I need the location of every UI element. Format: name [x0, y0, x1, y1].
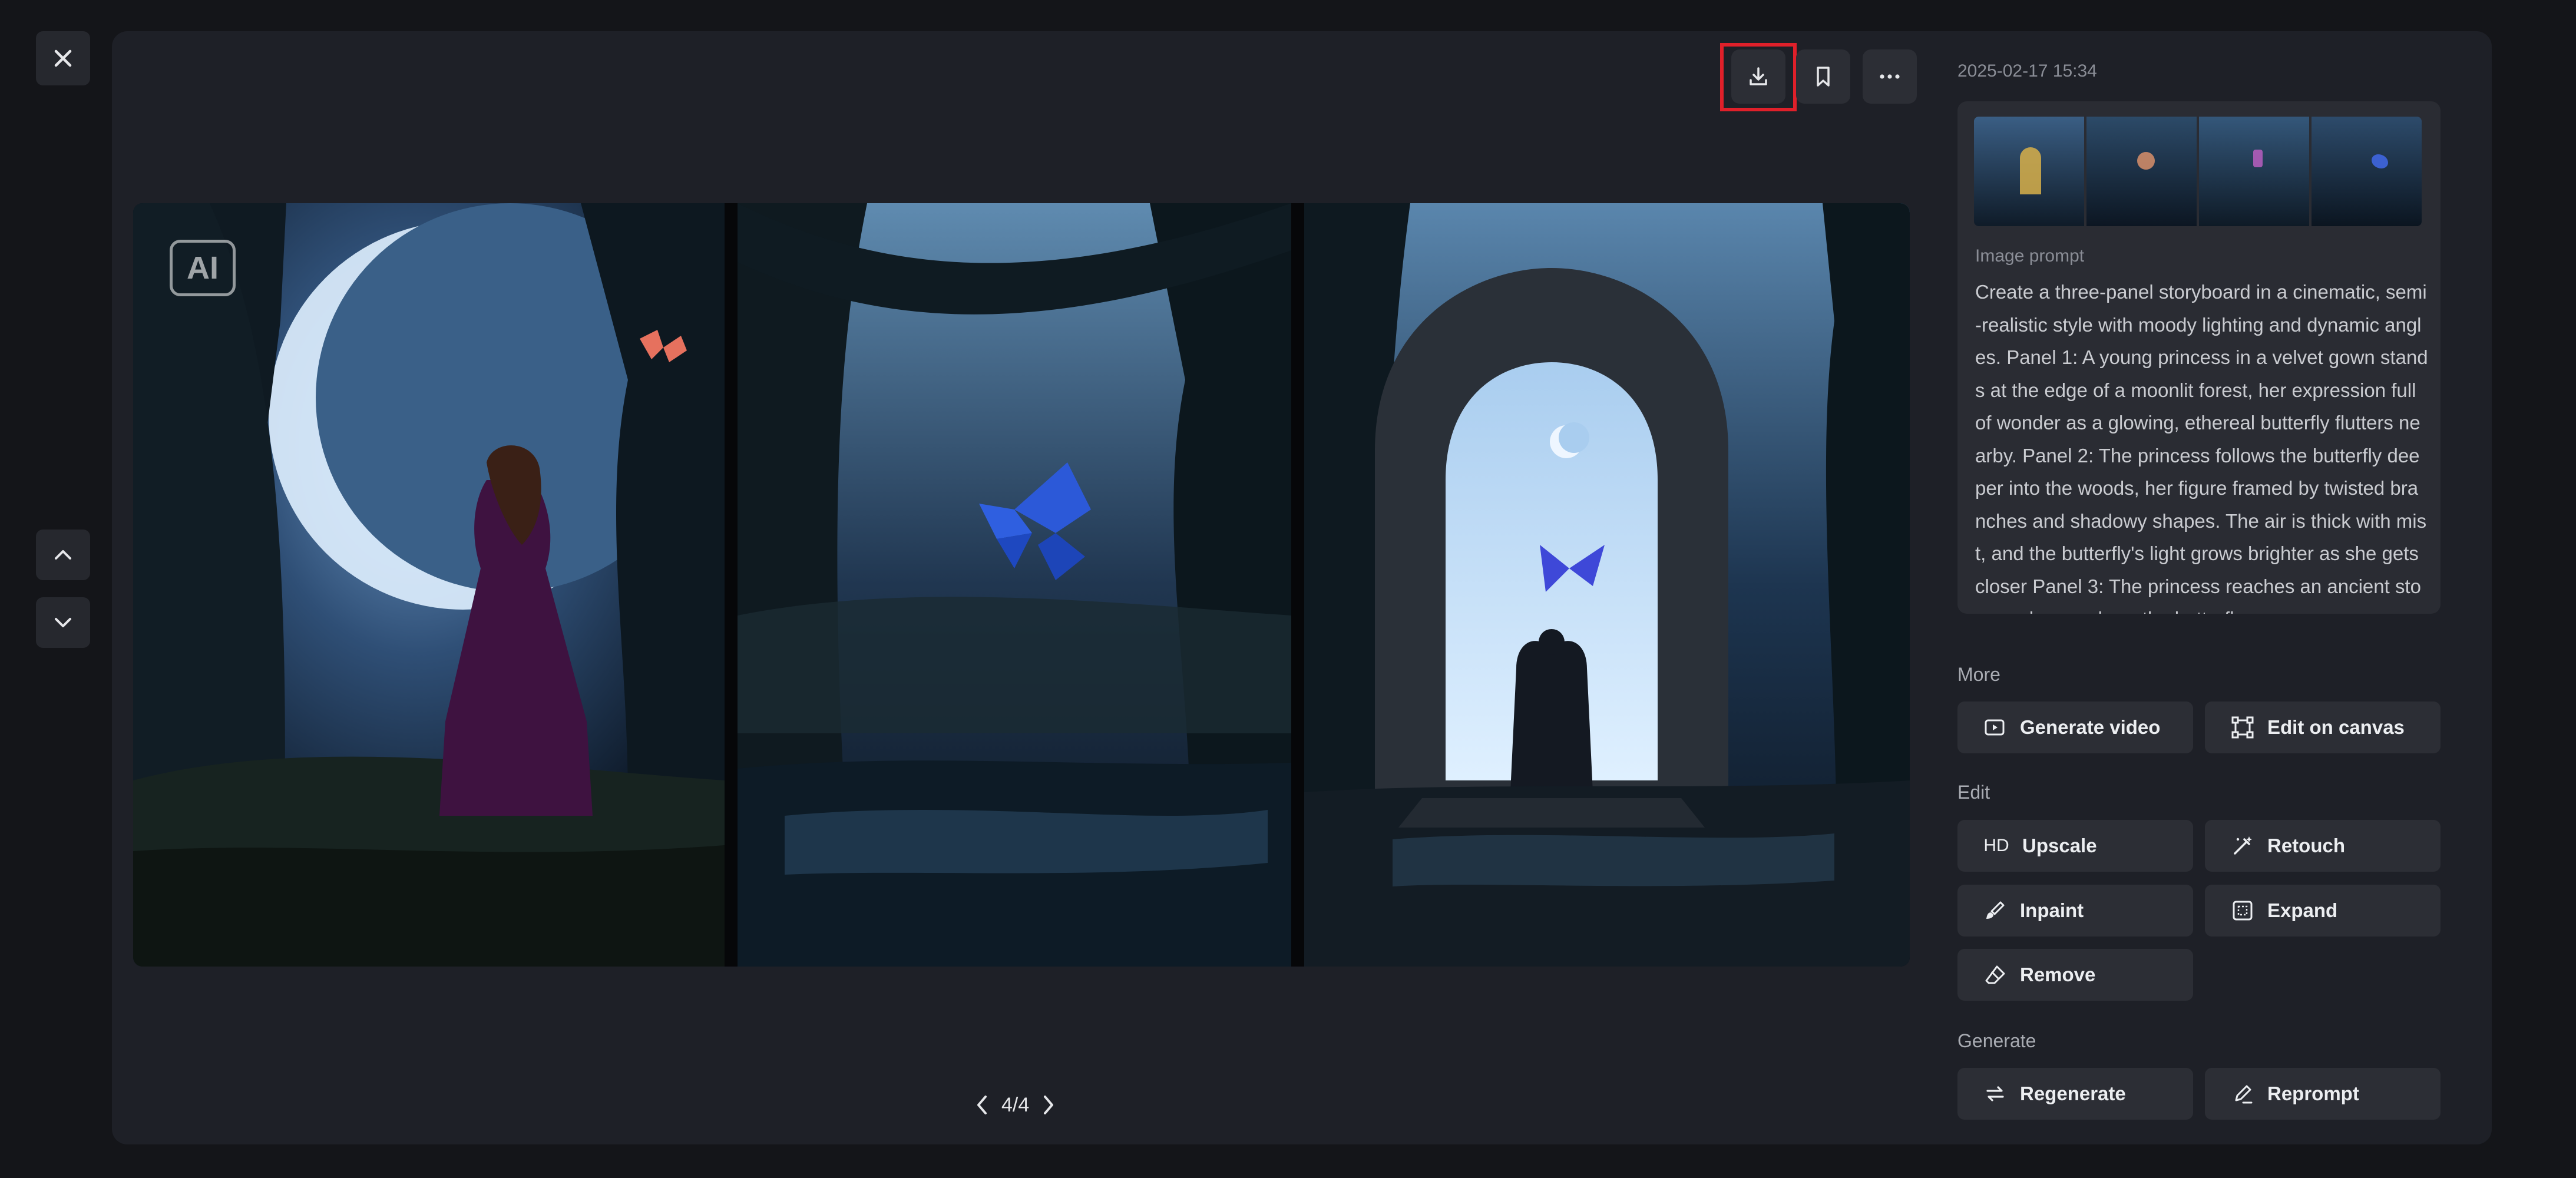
prompt-label: Image prompt — [1975, 246, 2085, 266]
section-more-label: More — [1957, 664, 2000, 685]
bookmark-button[interactable] — [1796, 49, 1850, 104]
upscale-label: Upscale — [2022, 835, 2097, 856]
download-icon — [1750, 67, 1767, 85]
remove-label: Remove — [2020, 964, 2096, 985]
chevron-up-icon — [55, 550, 71, 560]
chevron-down-icon — [55, 618, 71, 627]
bookmark-icon — [1817, 67, 1830, 87]
storyboard-panel-1 — [133, 203, 725, 967]
thumbnail-panel-4 — [2312, 117, 2422, 226]
pencil-icon — [2231, 1082, 2254, 1106]
eraser-icon — [1983, 963, 2007, 987]
inpaint-button[interactable]: Inpaint — [1957, 885, 2193, 937]
download-button[interactable] — [1731, 49, 1785, 104]
chevron-right-icon[interactable] — [1042, 1094, 1055, 1116]
storyboard-panel-2 — [738, 203, 1291, 967]
canvas-icon — [2231, 716, 2254, 739]
reprompt-label: Reprompt — [2267, 1083, 2359, 1104]
edit-on-canvas-label: Edit on canvas — [2267, 716, 2405, 738]
next-image-button[interactable] — [36, 597, 90, 648]
section-generate-label: Generate — [1957, 1030, 2036, 1051]
remove-button[interactable]: Remove — [1957, 949, 2193, 1001]
video-icon — [1983, 716, 2007, 739]
reprompt-button[interactable]: Reprompt — [2205, 1068, 2441, 1120]
prompt-card: Image prompt Create a three-panel storyb… — [1957, 101, 2441, 614]
more-horizontal-icon — [1880, 74, 1900, 79]
expand-icon — [2231, 899, 2254, 922]
inpaint-label: Inpaint — [2020, 899, 2084, 921]
thumbnail-panel-1 — [1974, 117, 2084, 226]
section-edit-label: Edit — [1957, 782, 1990, 803]
created-timestamp: 2025-02-17 15:34 — [1957, 61, 2097, 81]
expand-label: Expand — [2267, 899, 2338, 921]
thumbnail-panel-2 — [2086, 117, 2197, 226]
retouch-button[interactable]: Retouch — [2205, 820, 2441, 872]
panel-divider — [725, 203, 738, 967]
regenerate-icon — [1983, 1082, 2007, 1106]
generate-video-label: Generate video — [2020, 716, 2161, 738]
page-count: 4/4 — [1001, 1093, 1030, 1116]
regenerate-label: Regenerate — [2020, 1083, 2126, 1104]
magic-wand-icon — [2231, 834, 2254, 858]
brush-icon — [1983, 899, 2007, 922]
generate-video-button[interactable]: Generate video — [1957, 701, 2193, 753]
previous-image-button[interactable] — [36, 530, 90, 580]
retouch-label: Retouch — [2267, 835, 2345, 856]
hd-icon: HD — [1983, 836, 2009, 855]
generated-image[interactable]: AI — [133, 203, 1910, 967]
chevron-left-icon[interactable] — [975, 1094, 988, 1116]
close-button[interactable] — [36, 31, 90, 85]
storyboard-panel-3 — [1304, 203, 1910, 967]
edit-on-canvas-button[interactable]: Edit on canvas — [2205, 701, 2441, 753]
close-icon — [54, 49, 72, 67]
upscale-button[interactable]: HD Upscale — [1957, 820, 2193, 872]
thumbnail-panel-3 — [2199, 117, 2309, 226]
panel-divider — [1291, 203, 1304, 967]
more-options-button[interactable] — [1863, 49, 1917, 104]
regenerate-button[interactable]: Regenerate — [1957, 1068, 2193, 1120]
prompt-text: Create a three-panel storyboard in a cin… — [1975, 281, 2428, 614]
ai-generated-badge: AI — [170, 240, 236, 296]
expand-button[interactable]: Expand — [2205, 885, 2441, 937]
prompt-thumbnail[interactable] — [1974, 117, 2422, 226]
image-pager: 4/4 — [975, 1088, 1055, 1121]
